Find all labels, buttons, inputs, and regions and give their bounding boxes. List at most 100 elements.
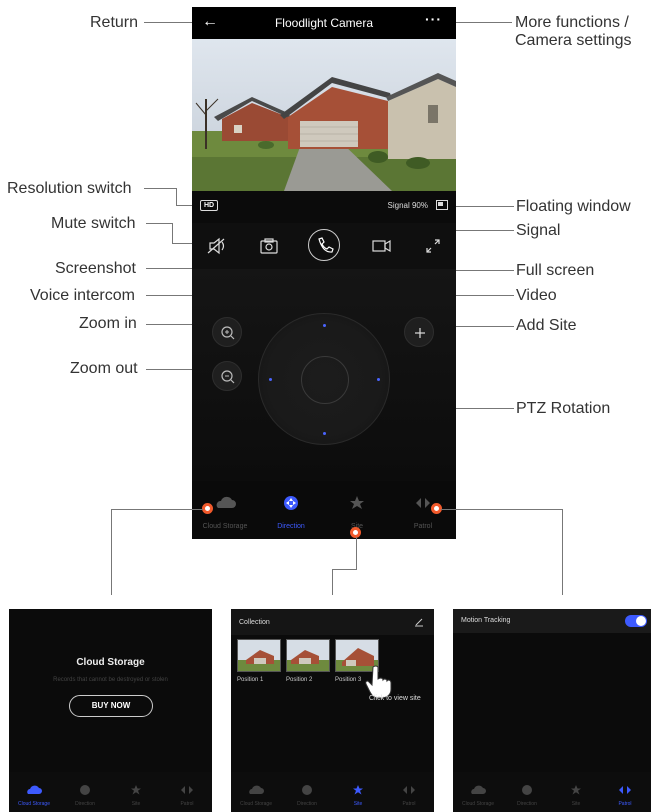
leader-line xyxy=(452,22,512,23)
tab-site[interactable]: Site xyxy=(111,772,161,812)
signal-readout: Signal 90% xyxy=(387,201,429,210)
mute-icon[interactable] xyxy=(202,231,232,261)
video-record-icon[interactable] xyxy=(366,231,396,261)
ptz-joystick[interactable] xyxy=(258,313,390,445)
tab-direction[interactable]: Direction xyxy=(258,481,324,539)
site-collection-screen: Collection Position 1 Position 2 Positio… xyxy=(231,609,434,812)
phone-icon xyxy=(318,237,334,253)
plus-icon xyxy=(415,328,425,338)
callout-video: Video xyxy=(516,287,557,304)
hand-pointer-icon xyxy=(365,665,392,699)
cloud-icon xyxy=(453,783,503,795)
tab-site[interactable]: Site xyxy=(551,772,601,812)
connector-line xyxy=(441,509,562,510)
main-phone-screen: ← Floodlight Camera ··· HD Signal 90% Cl… xyxy=(192,7,456,539)
leader-line xyxy=(144,188,176,189)
direction-icon xyxy=(502,783,552,795)
callout-return: Return xyxy=(90,14,139,31)
floating-window-icon[interactable] xyxy=(436,200,448,210)
house-thumbnail-image xyxy=(238,640,280,671)
site-thumbnail[interactable] xyxy=(237,639,281,672)
camera-screenshot-icon[interactable] xyxy=(254,231,284,261)
leader-line xyxy=(454,206,514,207)
patrol-icon xyxy=(162,783,212,795)
direction-left-dot[interactable] xyxy=(269,378,272,381)
tab-patrol[interactable]: Patrol xyxy=(384,772,434,812)
leader-line xyxy=(176,188,177,205)
click-to-view-hint: Click to view site xyxy=(369,695,421,702)
cloud-icon xyxy=(231,783,281,795)
zoom-out-button[interactable] xyxy=(212,361,242,391)
house-image xyxy=(192,39,456,191)
callout-ptz-rotation: PTZ Rotation xyxy=(516,400,611,417)
zoom-in-button[interactable] xyxy=(212,317,242,347)
motion-tracking-header: Motion Tracking xyxy=(453,609,651,633)
tab-direction[interactable]: Direction xyxy=(282,772,332,812)
direction-icon xyxy=(60,783,110,795)
callout-screenshot: Screenshot xyxy=(55,260,136,277)
position-label: Position 2 xyxy=(286,677,313,683)
connector-line xyxy=(332,569,357,570)
callout-resolution-switch: Resolution switch xyxy=(7,180,132,197)
leader-line xyxy=(172,223,173,243)
direction-down-dot[interactable] xyxy=(323,432,326,435)
connector-line xyxy=(111,509,112,595)
marker-cloud-storage xyxy=(202,503,213,514)
cloud-icon xyxy=(9,783,59,795)
callout-add-site: Add Site xyxy=(516,317,577,334)
callout-full-screen: Full screen xyxy=(516,262,595,279)
connector-line xyxy=(562,509,563,595)
patrol-icon xyxy=(384,783,434,795)
bottom-tab-bar: Cloud Storage Direction Site Patrol xyxy=(9,772,212,812)
top-bar: ← Floodlight Camera ··· xyxy=(192,7,456,39)
collection-header: Collection xyxy=(231,609,434,635)
tab-patrol[interactable]: Patrol xyxy=(390,481,456,539)
add-site-button[interactable] xyxy=(404,317,434,347)
tab-site[interactable]: Site xyxy=(333,772,383,812)
star-icon xyxy=(333,783,383,795)
buy-now-button[interactable]: BUY NOW xyxy=(69,695,153,717)
cloud-storage-screen: Cloud Storage Records that cannot be des… xyxy=(9,609,212,812)
site-thumbnail[interactable] xyxy=(286,639,330,672)
direction-icon xyxy=(282,783,332,795)
star-icon xyxy=(111,783,161,795)
star-icon xyxy=(324,495,390,511)
more-dots-icon[interactable]: ··· xyxy=(425,11,442,27)
ptz-control-area xyxy=(192,269,456,481)
zoom-in-icon xyxy=(221,326,235,340)
bottom-tab-bar: Cloud Storage Direction Site Patrol xyxy=(231,772,434,812)
connector-line xyxy=(356,537,357,569)
ptz-joystick-center[interactable] xyxy=(301,356,349,404)
direction-right-dot[interactable] xyxy=(377,378,380,381)
tab-patrol[interactable]: Patrol xyxy=(162,772,212,812)
tab-cloud-storage[interactable]: Cloud Storage xyxy=(231,772,281,812)
callout-more-functions: More functions / Camera settings xyxy=(515,14,632,49)
voice-intercom-button[interactable] xyxy=(308,229,340,261)
tab-direction[interactable]: Direction xyxy=(502,772,552,812)
tab-cloud-storage[interactable]: Cloud Storage xyxy=(453,772,503,812)
callout-mute-switch: Mute switch xyxy=(51,215,136,232)
hd-resolution-button[interactable]: HD xyxy=(200,200,218,211)
leader-line xyxy=(144,22,194,23)
callout-voice-intercom: Voice intercom xyxy=(30,287,135,304)
motion-tracking-toggle[interactable] xyxy=(625,615,647,627)
tab-cloud-storage[interactable]: Cloud Storage xyxy=(9,772,59,812)
house-thumbnail-image xyxy=(287,640,329,671)
position-label: Position 3 xyxy=(335,677,362,683)
full-screen-icon[interactable] xyxy=(418,231,448,261)
edit-pencil-icon[interactable] xyxy=(414,617,424,627)
patrol-icon xyxy=(600,783,650,795)
tab-direction[interactable]: Direction xyxy=(60,772,110,812)
direction-up-dot[interactable] xyxy=(323,324,326,327)
live-video-feed[interactable] xyxy=(192,39,456,191)
leader-line xyxy=(146,223,172,224)
connector-line xyxy=(111,509,203,510)
zoom-out-icon xyxy=(221,370,235,384)
control-bar xyxy=(192,223,456,269)
callout-signal: Signal xyxy=(516,222,561,239)
connector-line xyxy=(332,569,333,595)
callout-floating-window: Floating window xyxy=(516,198,631,215)
direction-icon xyxy=(258,495,324,511)
tab-patrol[interactable]: Patrol xyxy=(600,772,650,812)
bottom-tab-bar: Cloud Storage Direction Site Patrol xyxy=(453,772,651,812)
